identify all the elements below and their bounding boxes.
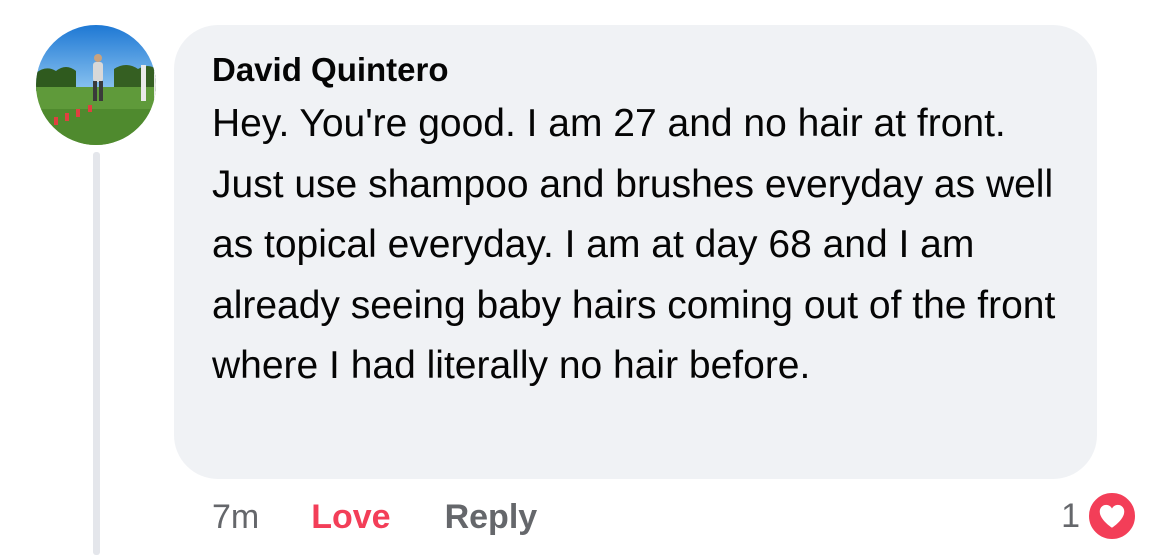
love-reaction-button[interactable]: Love (311, 498, 390, 537)
reaction-count: 1 (1061, 496, 1080, 535)
comment-timestamp[interactable]: 7m (212, 498, 259, 537)
avatar[interactable] (36, 25, 156, 145)
avatar-photo (36, 25, 156, 145)
thread-connector-line (93, 152, 100, 555)
heart-icon (1086, 490, 1138, 542)
comment-body: Hey. You're good. I am 27 and no hair at… (212, 102, 1056, 387)
comment-author-name[interactable]: David Quintero (212, 50, 1061, 90)
reply-button[interactable]: Reply (445, 498, 538, 537)
comment-thread: David Quintero Hey. You're good. I am 27… (0, 0, 1170, 555)
reaction-summary[interactable]: 1 (1061, 490, 1138, 542)
comment-actions: 7m Love Reply (212, 493, 537, 541)
comment-bubble: David Quintero Hey. You're good. I am 27… (174, 25, 1097, 479)
